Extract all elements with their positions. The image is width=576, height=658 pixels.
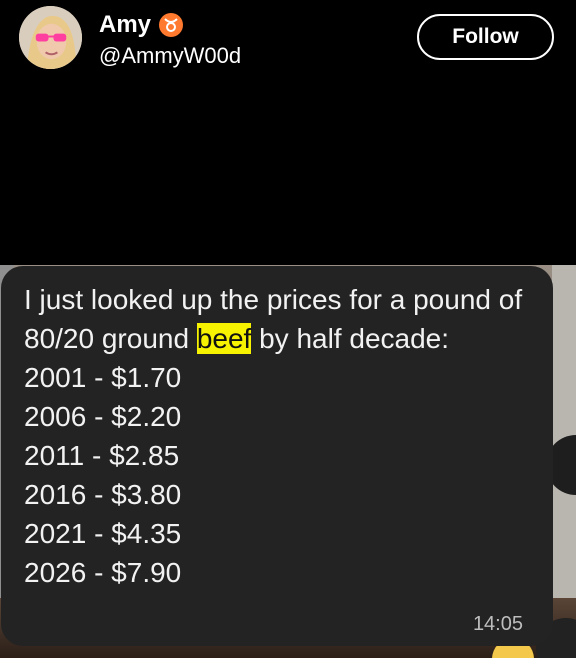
price-line: 2006 - $2.20 — [24, 401, 182, 432]
price-line: 2016 - $3.80 — [24, 479, 182, 510]
price-line: 2001 - $1.70 — [24, 362, 182, 393]
message-text: I just looked up the prices for a pound … — [24, 280, 524, 592]
price-line: 2021 - $4.35 — [24, 518, 182, 549]
display-name[interactable]: Amy — [99, 10, 151, 40]
user-handle[interactable]: @AmmyW00d — [99, 43, 241, 69]
message-timestamp: 14:05 — [472, 613, 523, 635]
message-bubble: I just looked up the prices for a pound … — [1, 266, 553, 646]
price-line: 2011 - $2.85 — [24, 440, 180, 471]
tweet-header: Amy @AmmyW00d Follow — [0, 0, 576, 265]
name-row: Amy — [99, 10, 184, 40]
taurus-icon — [159, 13, 184, 37]
tweet-screen: Amy @AmmyW00d Follow I just looked up th… — [0, 0, 576, 658]
price-line: 2026 - $7.90 — [24, 557, 182, 588]
avatar[interactable] — [19, 6, 82, 69]
follow-button[interactable]: Follow — [417, 14, 554, 60]
search-highlight: beef — [196, 323, 252, 354]
message-intro-end: by half decade: — [251, 323, 450, 354]
